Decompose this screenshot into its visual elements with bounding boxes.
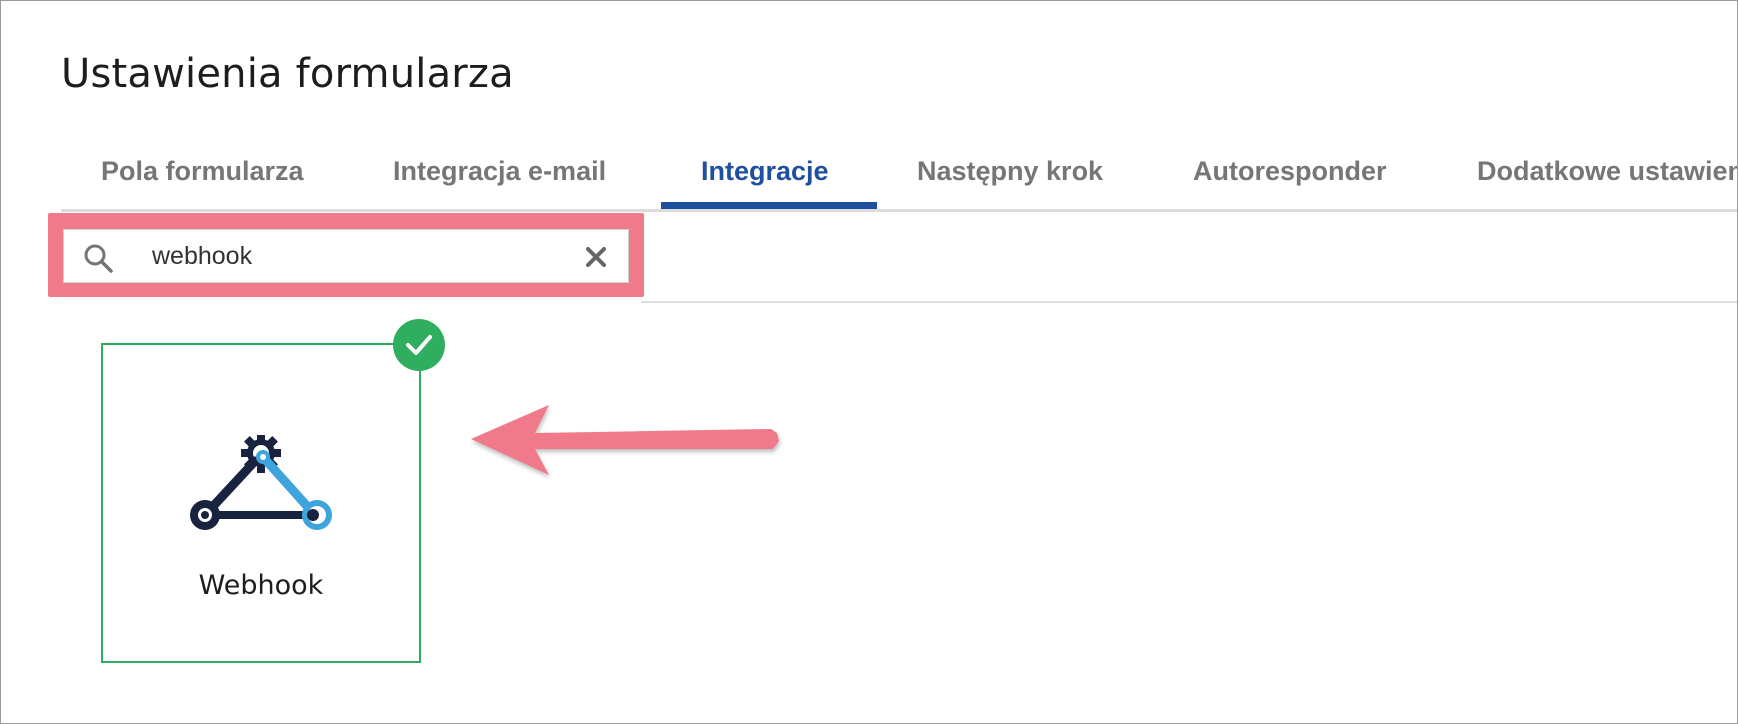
- form-settings-panel: Ustawienia formularza Pola formularza In…: [0, 0, 1738, 724]
- tab-autoresponder[interactable]: Autoresponder: [1193, 149, 1387, 209]
- active-tab-indicator: [661, 202, 877, 209]
- pointer-arrow-annotation: [471, 405, 779, 475]
- integration-card-label: Webhook: [198, 570, 324, 601]
- tab-next-step[interactable]: Następny krok: [917, 149, 1103, 209]
- search-box: [63, 229, 629, 283]
- selected-check-icon: [393, 319, 445, 371]
- tab-integrations[interactable]: Integracje: [701, 149, 829, 209]
- tab-bar: Pola formularza Integracja e-mail Integr…: [61, 149, 1737, 212]
- tab-email-integration[interactable]: Integracja e-mail: [393, 149, 606, 209]
- tab-additional-settings[interactable]: Dodatkowe ustawienia: [1477, 149, 1737, 209]
- search-icon: [84, 244, 113, 273]
- webhook-icon: [190, 435, 332, 530]
- page-title: Ustawienia formularza: [61, 51, 514, 97]
- integration-card-webhook[interactable]: Webhook: [101, 343, 421, 663]
- search-input[interactable]: [152, 238, 532, 274]
- close-icon[interactable]: [584, 245, 608, 269]
- tab-form-fields[interactable]: Pola formularza: [101, 149, 304, 209]
- section-divider: [641, 301, 1737, 303]
